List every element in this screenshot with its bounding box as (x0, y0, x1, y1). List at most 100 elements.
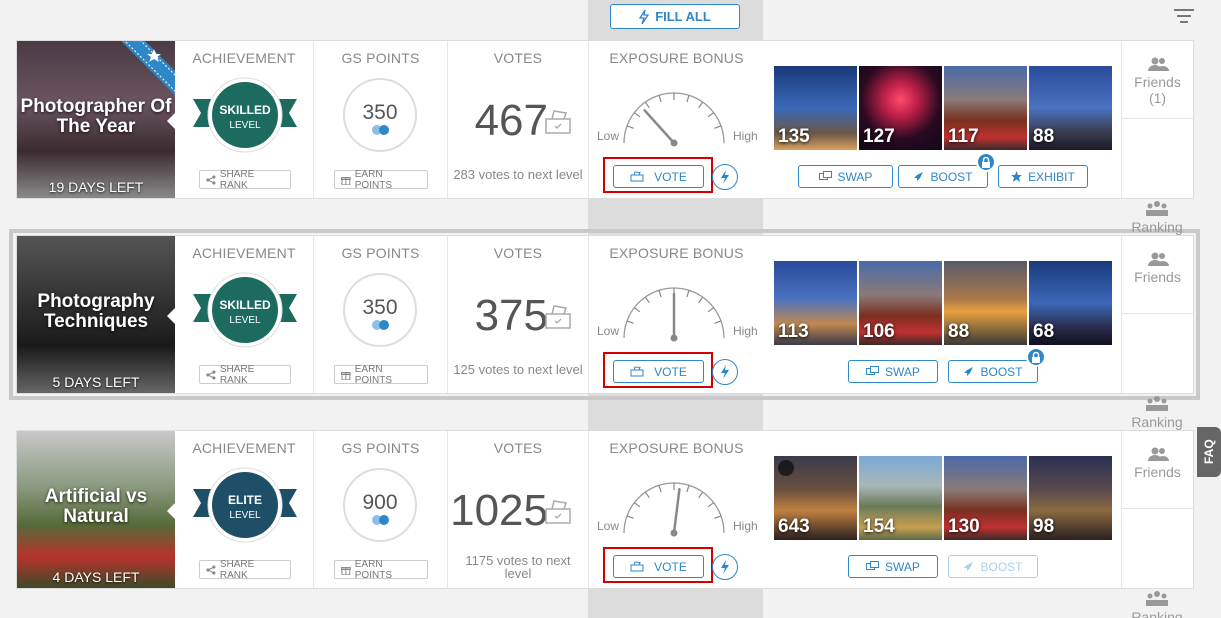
friends-link[interactable]: Friends (1) (1122, 41, 1193, 119)
share-icon (206, 174, 216, 185)
votes-to-next-level: 125 votes to next level (453, 362, 583, 377)
gs-points-circle: 900 (343, 468, 417, 542)
entry-photo[interactable]: 154 (859, 456, 942, 540)
friends-link[interactable]: Friends (1122, 431, 1193, 509)
gs-points-circle: 350 (343, 273, 417, 347)
entry-photo[interactable]: 117 (944, 66, 1027, 150)
photo-vote-count: 127 (863, 126, 895, 147)
rocket-badge-icon (778, 460, 794, 476)
entry-photo[interactable]: 88 (944, 261, 1027, 345)
challenge-cover[interactable]: Photographer Of The Year 19 DAYS LEFT (17, 41, 175, 198)
entry-photo[interactable]: 106 (859, 261, 942, 345)
side-panel: Friends (1121, 431, 1193, 588)
challenge-title: Photographer Of The Year (20, 96, 172, 137)
share-rank-button[interactable]: SHARE RANK (199, 558, 291, 581)
friends-link[interactable]: Friends (1122, 236, 1193, 314)
gs-points-circle: 350 (343, 78, 417, 152)
challenge-cover[interactable]: Artificial vs Natural 4 DAYS LEFT (17, 431, 175, 588)
ballot-box-icon (545, 110, 571, 134)
challenge-card: Photographer Of The Year 19 DAYS LEFT AC… (16, 40, 1194, 199)
entry-photo[interactable]: 88 (1029, 66, 1112, 150)
boost-button[interactable]: BOOST (898, 165, 988, 188)
gauge-high-label: High (733, 324, 758, 338)
gauge-high-label: High (733, 129, 758, 143)
earn-points-button[interactable]: EARN POINTS (334, 558, 428, 581)
boost-vote-button[interactable] (712, 359, 738, 385)
swap-button[interactable]: SWAP (798, 165, 893, 188)
entry-photo[interactable]: 98 (1029, 456, 1112, 540)
boost-vote-button[interactable] (712, 164, 738, 190)
votes-column: VOTES 1025 1175 votes to next level (448, 431, 589, 588)
photo-vote-count: 88 (948, 321, 970, 342)
photo-vote-count: 117 (948, 126, 979, 147)
entry-photo[interactable]: 643 (774, 456, 857, 540)
days-left: 4 DAYS LEFT (52, 569, 140, 585)
entry-photo[interactable]: 130 (944, 456, 1027, 540)
boost-button[interactable]: BOOST (948, 555, 1038, 578)
exhibit-button[interactable]: EXHIBIT (998, 165, 1088, 188)
entry-photo[interactable]: 113 (774, 261, 857, 345)
vote-button[interactable]: VOTE (613, 360, 704, 383)
exposure-column: EXPOSURE BONUS Low High VOTE (589, 41, 764, 198)
exposure-column: EXPOSURE BONUS Low High VOTE (589, 236, 764, 393)
ranking-icon (1146, 396, 1168, 411)
ranking-link-2[interactable]: Ranking (1120, 395, 1194, 430)
achievement-level-line2: LEVEL (229, 510, 261, 521)
earn-points-label: EARN POINTS (354, 363, 392, 386)
ranking-link-1[interactable]: Ranking (1120, 200, 1194, 235)
achievement-level-line2: LEVEL (229, 315, 261, 326)
swap-button[interactable]: SWAP (848, 360, 938, 383)
earn-points-label: EARN POINTS (354, 558, 392, 581)
challenge-title: Artificial vs Natural (44, 486, 148, 527)
friends-count: (1) (1148, 90, 1167, 106)
boost-vote-button[interactable] (712, 554, 738, 580)
ranking-label: Ranking (1131, 219, 1183, 235)
share-icon (206, 369, 216, 380)
swap-button[interactable]: SWAP (848, 555, 938, 578)
side-panel: Friends (1121, 236, 1193, 393)
entry-photos: 643 154 130 98 (774, 456, 1114, 540)
ranking-link-3[interactable]: Ranking (1120, 590, 1194, 618)
friends-icon (1147, 252, 1169, 266)
challenge-cover[interactable]: Photography Techniques 5 DAYS LEFT (17, 236, 175, 393)
earn-points-button[interactable]: EARN POINTS (334, 363, 428, 386)
achievement-column: ACHIEVEMENT SKILLED LEVEL SHARE RANK (175, 41, 314, 198)
lightning-icon (639, 9, 650, 24)
gs-points-column: GS POINTS 350 EARN POINTS (314, 236, 448, 393)
friends-icon (1147, 447, 1169, 461)
achievement-level-line2: LEVEL (229, 120, 261, 131)
swap-label: SWAP (885, 364, 920, 379)
share-rank-label: SHARE RANK (219, 558, 255, 581)
vote-label: VOTE (654, 169, 687, 184)
friends-label: Friends (1134, 269, 1181, 285)
entry-photo[interactable]: 127 (859, 66, 942, 150)
share-rank-button[interactable]: SHARE RANK (199, 364, 291, 386)
achievement-column: ACHIEVEMENT SKILLED LEVEL SHARE RANK (175, 236, 314, 393)
gs-points-value: 900 (362, 491, 398, 514)
earn-points-button[interactable]: EARN POINTS (334, 169, 428, 191)
vote-button[interactable]: VOTE (613, 555, 704, 578)
faq-tab[interactable]: FAQ (1197, 427, 1221, 477)
cover-notch (167, 503, 175, 519)
boost-button[interactable]: BOOST (948, 360, 1038, 383)
swap-icon (866, 366, 880, 375)
fill-all-button[interactable]: FILL ALL (610, 4, 740, 29)
vote-button[interactable]: VOTE (613, 165, 704, 188)
star-icon (1011, 171, 1023, 182)
gs-points-header: GS POINTS (341, 50, 420, 66)
entry-photo[interactable]: 135 (774, 66, 857, 150)
lightning-icon (721, 365, 729, 379)
entry-photo[interactable]: 68 (1029, 261, 1112, 345)
gift-icon (341, 566, 351, 575)
exposure-header: EXPOSURE BONUS (609, 245, 744, 261)
share-rank-label: SHARE RANK (219, 168, 255, 191)
lock-icon (976, 152, 996, 172)
ranking-icon (1146, 201, 1168, 216)
ballot-icon (630, 366, 644, 377)
lock-icon (1026, 347, 1046, 367)
ballot-box-icon (545, 305, 571, 329)
lightning-icon (721, 560, 729, 574)
cover-notch (167, 308, 175, 324)
filter-lines-icon[interactable] (1174, 8, 1194, 24)
share-rank-button[interactable]: SHARE RANK (199, 168, 291, 191)
